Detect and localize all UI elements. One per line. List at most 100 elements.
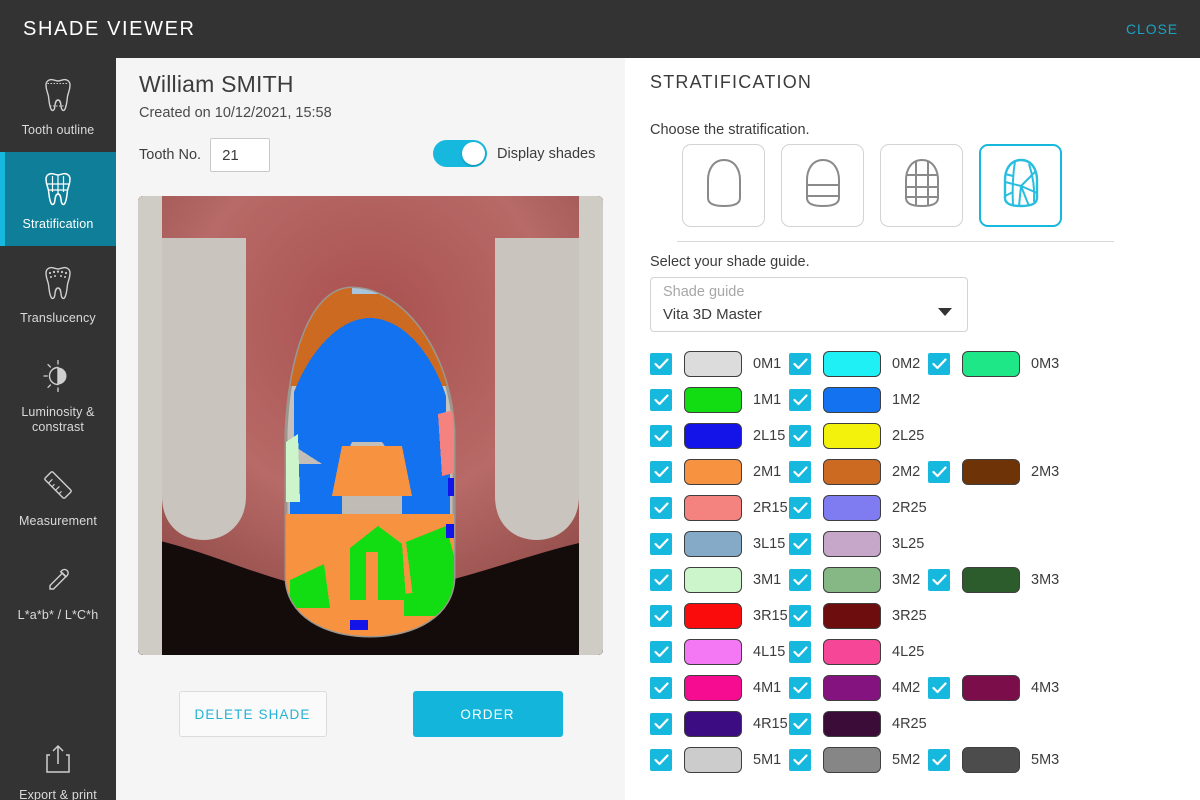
stratification-option-plain[interactable] (682, 144, 765, 227)
shade-swatch-1m1[interactable] (684, 387, 742, 413)
shade-swatch-1m2[interactable] (823, 387, 881, 413)
shade-item-3m1[interactable]: 3M1 (650, 562, 789, 598)
shade-item-3m3[interactable]: 3M3 (928, 562, 1067, 598)
shade-checkbox-2l15[interactable] (650, 425, 672, 447)
sidebar-item-measurement[interactable]: Measurement (0, 449, 116, 543)
shade-checkbox-1m1[interactable] (650, 389, 672, 411)
shade-item-3r15[interactable]: 3R15 (650, 598, 789, 634)
shade-checkbox-3m3[interactable] (928, 569, 950, 591)
shade-checkbox-4l15[interactable] (650, 641, 672, 663)
sidebar-item-luminosity-contrast[interactable]: Luminosity & constrast (0, 340, 116, 449)
shade-item-0m3[interactable]: 0M3 (928, 346, 1067, 382)
stratification-option-organic[interactable] (979, 144, 1062, 227)
shade-item-2m3[interactable]: 2M3 (928, 454, 1067, 490)
shade-checkbox-0m2[interactable] (789, 353, 811, 375)
shade-item-0m2[interactable]: 0M2 (789, 346, 928, 382)
shade-checkbox-4r15[interactable] (650, 713, 672, 735)
shade-item-4m3[interactable]: 4M3 (928, 670, 1067, 706)
shade-swatch-2m3[interactable] (962, 459, 1020, 485)
stratification-option-horizontal-bands[interactable] (781, 144, 864, 227)
shade-checkbox-2m3[interactable] (928, 461, 950, 483)
sidebar-item-export-print[interactable]: Export & print (0, 723, 116, 800)
shade-swatch-4l15[interactable] (684, 639, 742, 665)
shade-checkbox-3m2[interactable] (789, 569, 811, 591)
shade-checkbox-4m2[interactable] (789, 677, 811, 699)
tooth-number-input[interactable] (210, 138, 270, 172)
shade-swatch-2m1[interactable] (684, 459, 742, 485)
shade-item-4r25[interactable]: 4R25 (789, 706, 928, 742)
shade-swatch-3m1[interactable] (684, 567, 742, 593)
display-shades-toggle[interactable] (433, 140, 487, 167)
shade-swatch-0m2[interactable] (823, 351, 881, 377)
shade-checkbox-3r15[interactable] (650, 605, 672, 627)
shade-checkbox-5m3[interactable] (928, 749, 950, 771)
shade-swatch-4r15[interactable] (684, 711, 742, 737)
shade-swatch-4m3[interactable] (962, 675, 1020, 701)
shade-swatch-4l25[interactable] (823, 639, 881, 665)
shade-checkbox-4m1[interactable] (650, 677, 672, 699)
shade-item-0m1[interactable]: 0M1 (650, 346, 789, 382)
shade-swatch-3r15[interactable] (684, 603, 742, 629)
shade-item-4l15[interactable]: 4L15 (650, 634, 789, 670)
shade-item-3l25[interactable]: 3L25 (789, 526, 928, 562)
shade-swatch-5m2[interactable] (823, 747, 881, 773)
sidebar-item-lab-lch[interactable]: L*a*b* / L*C*h (0, 543, 116, 637)
shade-checkbox-5m2[interactable] (789, 749, 811, 771)
shade-swatch-2l15[interactable] (684, 423, 742, 449)
sidebar-item-tooth-outline[interactable]: Tooth outline (0, 58, 116, 152)
shade-swatch-3l25[interactable] (823, 531, 881, 557)
shade-swatch-4m2[interactable] (823, 675, 881, 701)
shade-guide-select[interactable]: Shade guide Vita 3D Master (650, 277, 968, 332)
shade-item-3l15[interactable]: 3L15 (650, 526, 789, 562)
shade-checkbox-2r25[interactable] (789, 497, 811, 519)
shade-swatch-4m1[interactable] (684, 675, 742, 701)
shade-item-3m2[interactable]: 3M2 (789, 562, 928, 598)
shade-swatch-0m1[interactable] (684, 351, 742, 377)
shade-item-2r15[interactable]: 2R15 (650, 490, 789, 526)
shade-item-4m1[interactable]: 4M1 (650, 670, 789, 706)
shade-swatch-3l15[interactable] (684, 531, 742, 557)
shade-checkbox-1m2[interactable] (789, 389, 811, 411)
shade-checkbox-3r25[interactable] (789, 605, 811, 627)
shade-item-1m2[interactable]: 1M2 (789, 382, 928, 418)
sidebar-item-stratification[interactable]: Stratification (0, 152, 116, 246)
shade-item-2l25[interactable]: 2L25 (789, 418, 928, 454)
shade-item-2r25[interactable]: 2R25 (789, 490, 928, 526)
shade-item-4l25[interactable]: 4L25 (789, 634, 928, 670)
order-button[interactable]: ORDER (413, 691, 563, 737)
shade-checkbox-5m1[interactable] (650, 749, 672, 771)
delete-shade-button[interactable]: DELETE SHADE (179, 691, 327, 737)
shade-checkbox-4r25[interactable] (789, 713, 811, 735)
sidebar-item-translucency[interactable]: Translucency (0, 246, 116, 340)
shade-swatch-5m3[interactable] (962, 747, 1020, 773)
shade-swatch-2r25[interactable] (823, 495, 881, 521)
chevron-down-icon[interactable] (938, 308, 952, 316)
shade-item-2m1[interactable]: 2M1 (650, 454, 789, 490)
shade-checkbox-2r15[interactable] (650, 497, 672, 519)
shade-checkbox-3l25[interactable] (789, 533, 811, 555)
shade-swatch-0m3[interactable] (962, 351, 1020, 377)
shade-checkbox-3l15[interactable] (650, 533, 672, 555)
shade-swatch-4r25[interactable] (823, 711, 881, 737)
close-button[interactable]: CLOSE (1126, 21, 1178, 37)
shade-swatch-3m3[interactable] (962, 567, 1020, 593)
shade-item-4m2[interactable]: 4M2 (789, 670, 928, 706)
shade-checkbox-2l25[interactable] (789, 425, 811, 447)
shade-swatch-5m1[interactable] (684, 747, 742, 773)
stratification-option-grid[interactable] (880, 144, 963, 227)
shade-checkbox-2m1[interactable] (650, 461, 672, 483)
shade-item-3r25[interactable]: 3R25 (789, 598, 928, 634)
shade-swatch-2m2[interactable] (823, 459, 881, 485)
shade-checkbox-4l25[interactable] (789, 641, 811, 663)
shade-item-2m2[interactable]: 2M2 (789, 454, 928, 490)
shade-swatch-2r15[interactable] (684, 495, 742, 521)
shade-checkbox-0m3[interactable] (928, 353, 950, 375)
shade-item-5m1[interactable]: 5M1 (650, 742, 789, 778)
shade-checkbox-3m1[interactable] (650, 569, 672, 591)
shade-swatch-2l25[interactable] (823, 423, 881, 449)
shade-item-2l15[interactable]: 2L15 (650, 418, 789, 454)
intraoral-photo[interactable] (138, 196, 603, 655)
shade-checkbox-4m3[interactable] (928, 677, 950, 699)
shade-checkbox-2m2[interactable] (789, 461, 811, 483)
shade-item-4r15[interactable]: 4R15 (650, 706, 789, 742)
